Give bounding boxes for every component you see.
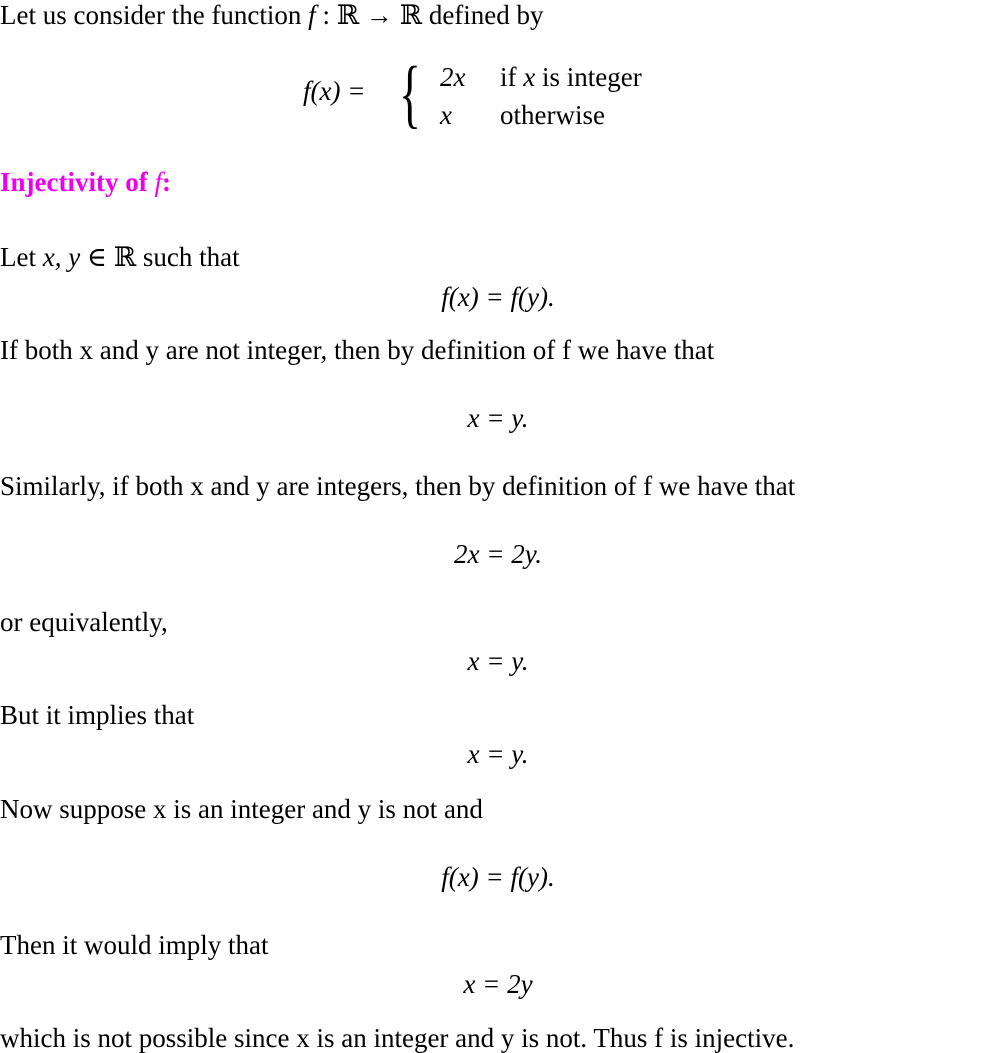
equation: f(x) = f(y). [441, 862, 555, 892]
section-heading: Injectivity of f: [0, 167, 171, 197]
equation: 2x = 2y. [454, 539, 542, 569]
case-row: 2x if x is integer [440, 62, 642, 93]
paragraph-line: Now suppose x is an integer and y is not… [0, 794, 483, 824]
paragraph-line: Let x, y ∈ ℝ such that [0, 242, 240, 272]
paragraph-line: But it implies that [0, 700, 195, 730]
heading-var: f [154, 167, 162, 197]
case-condition: if [500, 62, 524, 92]
paragraph-line: Then it would imply that [0, 930, 269, 960]
left-brace: { [399, 52, 421, 136]
function-symbol: f [308, 0, 316, 30]
text: ∈ ℝ such that [80, 242, 240, 272]
case-row: x otherwise [440, 100, 605, 131]
intro-sentence: Let us consider the function f : ℝ → ℝ d… [0, 0, 544, 30]
case-expression: 2x [440, 62, 466, 92]
definition-lhs: f(x) = [303, 76, 366, 106]
paragraph-line: Similarly, if both x and y are integers,… [0, 471, 796, 501]
equation: x = y. [467, 739, 529, 769]
case-condition-end: is integer [535, 62, 642, 92]
equation: x = y. [467, 403, 529, 433]
intro-text: Let us consider the function [0, 0, 309, 30]
case-condition-var: x [523, 62, 536, 92]
case-expression: x [440, 100, 452, 130]
equation: f(x) = f(y). [441, 282, 555, 312]
equation: x = 2y [463, 969, 533, 999]
equation: x = y. [467, 646, 529, 676]
paragraph-line: which is not possible since x is an inte… [0, 1023, 795, 1053]
text: Let [0, 242, 43, 272]
math: x, y [42, 242, 81, 272]
paragraph-line: or equivalently, [0, 607, 168, 637]
intro-text-end: defined by [428, 0, 544, 30]
paragraph-line: If both x and y are not integer, then by… [0, 335, 715, 365]
heading-colon: : [161, 167, 171, 197]
case-condition: otherwise [500, 100, 605, 130]
heading-text: Injectivity of [0, 167, 155, 197]
function-mapping: : ℝ → ℝ [315, 0, 429, 30]
